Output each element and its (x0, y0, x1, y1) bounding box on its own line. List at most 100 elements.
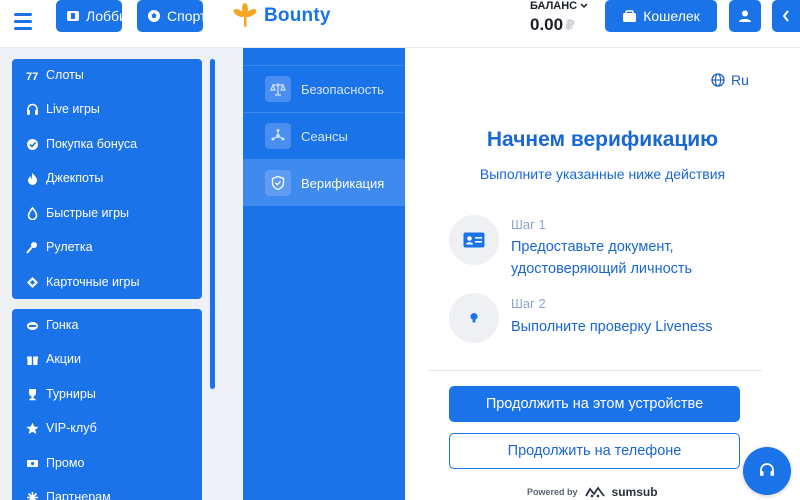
sidebar-item-label: Гонка (46, 318, 79, 332)
globe-icon (711, 73, 725, 87)
settings-nav-panel: Безопасность Сеансы Верификация (243, 48, 405, 500)
step2-icon-circle (449, 293, 499, 343)
sumsub-brand: sumsub (611, 485, 658, 499)
verification-panel: Ru Начнем верификацию Выполните указанны… (405, 48, 800, 500)
palm-logo-icon (231, 2, 259, 30)
language-label: Ru (731, 72, 749, 88)
sidebar-item-vip-club[interactable]: VIP-клуб (26, 418, 97, 438)
partners-icon (27, 491, 38, 500)
nav-item-label: Сеансы (301, 128, 348, 144)
support-chat-button[interactable] (743, 447, 791, 495)
fire-icon (28, 172, 37, 185)
sidebar-item-promotions[interactable]: Акции (26, 349, 81, 369)
sidebar-item-label: Покупка бонуса (46, 137, 138, 151)
nav-item-security[interactable]: Безопасность (243, 65, 405, 112)
svg-text:77: 77 (26, 71, 38, 82)
sidebar-item-label: Партнерам (46, 490, 111, 500)
nav-item-sessions[interactable]: Сеансы (243, 112, 405, 159)
sidebar-item-roulette[interactable]: Рулетка (26, 237, 93, 257)
section-divider (428, 370, 762, 371)
chevron-left-icon (782, 10, 789, 22)
bounty-logo[interactable]: Bounty (230, 0, 331, 32)
trophy-icon (29, 388, 36, 400)
sport-label: Спорт (167, 8, 207, 24)
slots-icon: 77 (26, 71, 38, 82)
balance-label-row: БАЛАНС (530, 0, 600, 12)
top-header: Лобби Спорт Bounty БАЛАНС 0.00 ₽ Кошелек (0, 0, 800, 48)
id-card-icon (463, 232, 485, 248)
sidebar-item-label: Слоты (46, 68, 84, 82)
roulette-icon (26, 241, 37, 254)
verification-title: Начнем верификацию (486, 128, 719, 151)
sumsub-logo-icon (584, 486, 605, 498)
balance-value-row: 0.00 ₽ (530, 15, 600, 35)
lobby-button[interactable]: Лобби (56, 0, 127, 32)
nav-item-verification[interactable]: Верификация (243, 159, 405, 206)
sidebar-scrollbar[interactable] (210, 59, 215, 389)
balance-label: БАЛАНС (530, 0, 578, 12)
wallet-button[interactable]: Кошелек (605, 0, 717, 32)
lobby-label: Лобби (86, 8, 127, 24)
user-profile-button[interactable] (729, 0, 761, 32)
cards-icon (27, 276, 38, 288)
shield-check-icon (265, 170, 291, 196)
sport-button[interactable]: Спорт (137, 0, 207, 32)
chevron-down-icon (580, 3, 588, 9)
sidebar-item-fast-games[interactable]: Быстрые игры (26, 203, 129, 223)
sidebar-item-label: Джекпоты (46, 171, 104, 185)
step1-icon-circle (449, 215, 499, 265)
sidebar-item-label: Промо (46, 456, 85, 470)
powered-by-sumsub: Powered by sumsub (527, 484, 658, 500)
step1-label: Шаг 1 (511, 217, 546, 232)
menu-burger-icon[interactable] (14, 9, 40, 33)
step1-text: Предоставьте документ, удостоверяющий ли… (511, 239, 693, 277)
wallet-label: Кошелек (643, 8, 700, 24)
sidebar-item-label: Рулетка (46, 240, 93, 254)
collapse-panel-button[interactable] (772, 0, 800, 32)
soccer-ball-icon (148, 10, 160, 22)
sidebar-promo-group: Гонка Акции Турниры VIP-клуб Промо Партн… (12, 309, 202, 500)
nav-item-label: Безопасность (301, 81, 384, 97)
sidebar-item-label: VIP-клуб (46, 421, 97, 435)
sidebar-item-race[interactable]: Гонка (26, 315, 78, 335)
balance-value: 0.00 (530, 15, 564, 34)
star-icon (26, 422, 39, 434)
sidebar-item-label: Акции (46, 352, 81, 366)
step2-text: Выполните проверку Liveness (511, 319, 713, 335)
wallet-icon (623, 9, 637, 22)
flame-icon (27, 206, 38, 220)
lightbulb-icon (470, 313, 478, 323)
sidebar-item-label: Карточные игры (46, 275, 140, 289)
sidebar-item-card-games[interactable]: Карточные игры (26, 272, 139, 292)
sidebar-item-label: Турниры (46, 387, 96, 401)
sidebar-item-tournaments[interactable]: Турниры (26, 384, 96, 404)
sidebar-games-group: 77 Слоты Live игры Покупка бонуса Джекпо… (12, 59, 202, 299)
balance-widget[interactable]: БАЛАНС 0.00 ₽ (530, 0, 600, 35)
powered-by-label: Powered by (527, 487, 578, 497)
currency-symbol: ₽ (565, 17, 575, 33)
continue-on-phone-button[interactable]: Продолжить на телефоне (449, 433, 740, 469)
sidebar-item-partners[interactable]: Партнерам (26, 487, 111, 500)
nav-item-label: Верификация (301, 175, 385, 191)
headset-icon (760, 463, 774, 476)
user-icon (739, 10, 751, 22)
continue-on-device-button[interactable]: Продолжить на этом устройстве (449, 386, 740, 422)
sidebar-item-label: Быстрые игры (46, 206, 130, 220)
sidebar-item-bonus-buy[interactable]: Покупка бонуса (26, 134, 137, 154)
sidebar-item-slots[interactable]: 77 Слоты (26, 65, 84, 85)
sidebar-item-label: Live игры (46, 102, 100, 116)
logo-text: Bounty (264, 5, 331, 26)
sidebar-item-jackpots[interactable]: Джекпоты (26, 168, 103, 188)
sidebar-item-promo[interactable]: Промо (26, 453, 84, 473)
sidebar-item-live-games[interactable]: Live игры (26, 99, 100, 119)
sessions-icon (265, 123, 291, 149)
verification-subtitle: Выполните указанные ниже действия (479, 166, 726, 182)
step2-label: Шаг 2 (511, 296, 546, 311)
language-selector[interactable]: Ru (711, 72, 749, 88)
race-icon (27, 321, 38, 330)
gift-icon (27, 356, 38, 365)
scales-icon (265, 76, 291, 102)
headphones-icon (27, 103, 38, 115)
lobby-icon (67, 11, 79, 21)
bonus-icon (27, 138, 38, 150)
